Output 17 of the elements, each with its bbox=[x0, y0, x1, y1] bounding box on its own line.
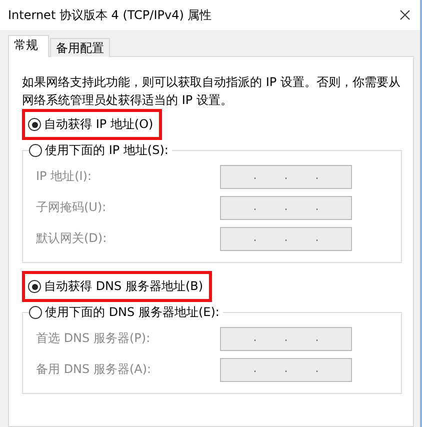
radio-button[interactable] bbox=[29, 144, 42, 157]
radio-button[interactable] bbox=[29, 306, 42, 319]
radio-button[interactable] bbox=[28, 118, 41, 131]
field-label: 默认网关(D): bbox=[36, 230, 108, 247]
close-icon[interactable] bbox=[400, 10, 410, 20]
field-label: 首选 DNS 服务器(P): bbox=[36, 330, 152, 347]
radio-option[interactable]: 使用下面的 IP 地址(S): bbox=[29, 142, 172, 159]
field-label: 子网掩码(U): bbox=[36, 199, 108, 216]
tab[interactable]: 常规 bbox=[8, 35, 49, 57]
radio-option[interactable]: 使用下面的 DNS 服务器地址(E): bbox=[29, 304, 224, 321]
field-label: IP 地址(I): bbox=[36, 168, 93, 185]
field-label: 备用 DNS 服务器(A): bbox=[36, 361, 152, 378]
radio-option[interactable]: 自动获得 DNS 服务器地址(B) bbox=[22, 271, 212, 302]
description-text: 如果网络支持此功能，则可以获取自动指派的 IP 设置。否则，你需要从网络系统管理员处获得适当的 IP 设置。 bbox=[22, 74, 402, 109]
window-title: Internet 协议版本 4 (TCP/IPv4) 属性 bbox=[8, 6, 212, 24]
tab[interactable]: 备用配置 bbox=[50, 38, 110, 57]
radio-button[interactable] bbox=[28, 280, 41, 293]
